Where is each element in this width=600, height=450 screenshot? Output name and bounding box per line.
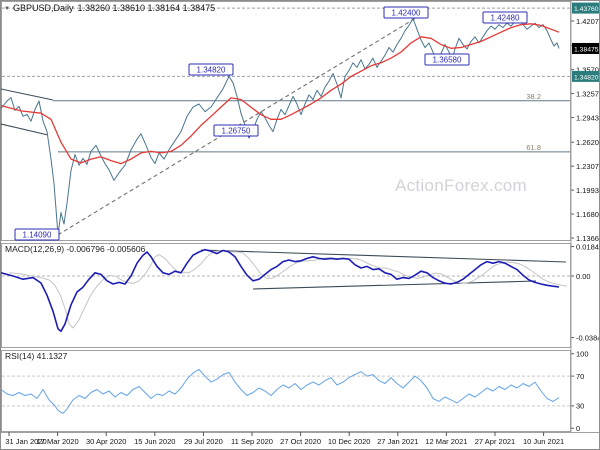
axis-tick-label: 1.19935 — [576, 186, 600, 195]
date-tick-label: 11 Sep 2020 — [231, 437, 273, 446]
macd-indicator-label: MACD(12,26,9) -0.006796 -0.005606 — [5, 244, 146, 254]
price-plot-area[interactable] — [1, 1, 571, 241]
date-tick-label: 15 Jun 2020 — [134, 437, 175, 446]
axis-tick-label: 1.16800 — [576, 210, 600, 219]
price-annotation-text: 1.42480 — [491, 14, 520, 23]
date-tick-label: 27 Oct 2020 — [280, 437, 321, 446]
price-marker-text: 1.43760 — [574, 6, 599, 13]
watermark: ActionForex.com — [394, 176, 528, 195]
rsi-indicator-label: RSI(14) 41.1327 — [5, 351, 68, 361]
symbol-name: GBPUSD,Daily — [12, 3, 74, 13]
date-tick-label: 29 Jul 2020 — [184, 437, 223, 446]
axis-tick-label: 70 — [576, 372, 584, 381]
axis-tick-label: 0 — [576, 424, 580, 433]
price-annotation-text: 1.42400 — [392, 9, 421, 18]
price-annotation-text: 1.34820 — [197, 66, 226, 75]
fib-ratio-label: 38.2 — [526, 92, 541, 101]
axis-tick-label: 1.29435 — [576, 113, 600, 122]
price-marker-text: 1.38475 — [574, 46, 599, 53]
price-annotation-text: 1.36580 — [433, 56, 462, 65]
date-tick-label: 27 Apr 2021 — [475, 437, 515, 446]
date-tick-label: 12 Mar 2021 — [425, 437, 467, 446]
date-tick-label: 17 Mar 2020 — [37, 437, 79, 446]
axis-tick-label: 1.23070 — [576, 162, 600, 171]
price-marker-text: 1.34820 — [574, 74, 599, 81]
symbol-dropdown-icon: ▼ — [4, 6, 10, 12]
axis-tick-label: 0.00 — [576, 272, 591, 281]
ohlc-values: 1.38260 1.38610 1.38164 1.38475 — [77, 3, 216, 13]
axis-tick-label: 30 — [576, 402, 584, 411]
axis-tick-label: 100 — [576, 350, 589, 359]
price-annotation-text: 1.14090 — [23, 231, 52, 240]
chart-window: 38.2 61.8 1.14090 1.26750 1.34820 1.36580 1.42… — [0, 0, 600, 450]
axis-tick-label: 1.42070 — [576, 17, 600, 26]
rsi-plot-area[interactable] — [1, 350, 571, 432]
fib-ratio-label: 61.8 — [526, 143, 541, 152]
date-tick-label: 27 Jan 2021 — [377, 437, 418, 446]
date-tick-label: 30 Apr 2020 — [86, 437, 126, 446]
axis-tick-label: 0.018403 — [576, 242, 600, 251]
price-annotation-text: 1.26750 — [222, 127, 251, 136]
axis-tick-label: -0.038483 — [576, 333, 600, 342]
chart-title: ▼ GBPUSD,Daily 1.38260 1.38610 1.38164 1.3… — [4, 3, 215, 13]
date-tick-label: 10 Dec 2020 — [328, 437, 371, 446]
date-tick-label: 10 Jun 2021 — [523, 437, 564, 446]
axis-tick-label: 1.26205 — [576, 138, 600, 147]
axis-tick-label: 1.32570 — [576, 89, 600, 98]
chart-canvas[interactable]: 38.2 61.8 1.14090 1.26750 1.34820 1.36580 1.42… — [1, 1, 600, 450]
